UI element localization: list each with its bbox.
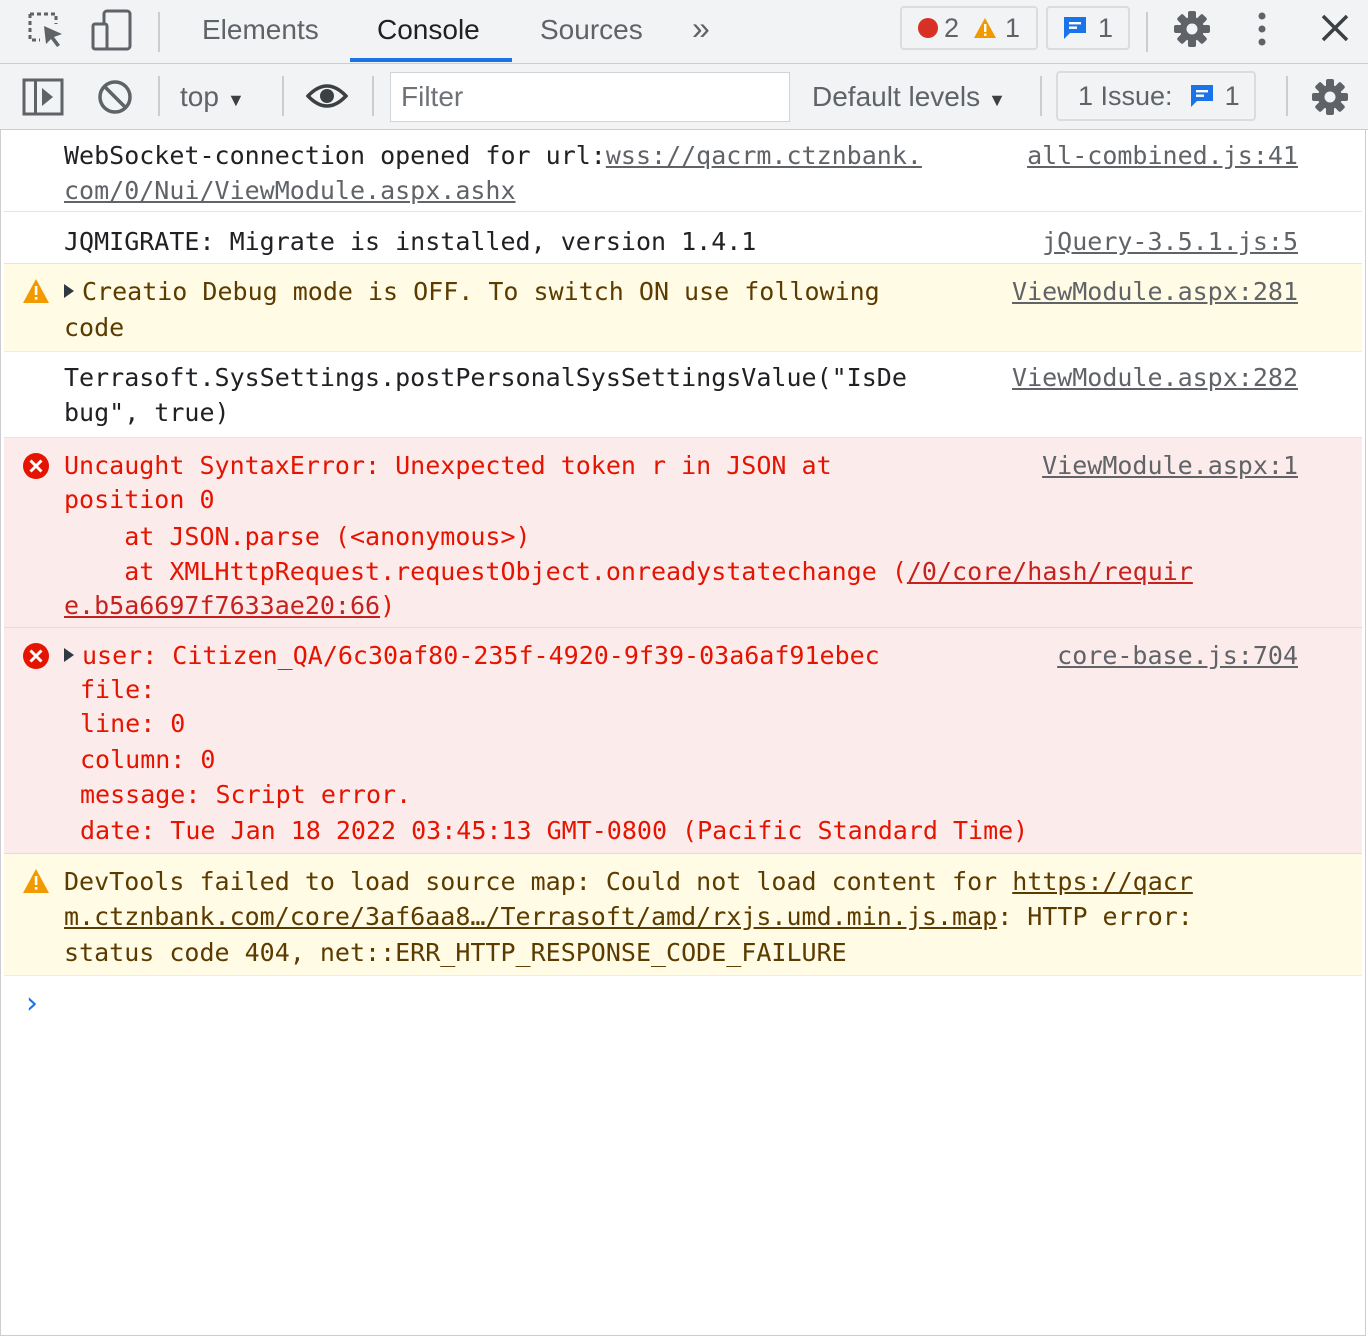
log-levels-dropdown[interactable]: Default levels ▼ xyxy=(812,81,1006,113)
tab-sources[interactable]: Sources xyxy=(540,14,643,46)
more-options-icon[interactable] xyxy=(1254,10,1270,50)
message-url-link[interactable]: wss://qacrm.ctznbank. xyxy=(606,141,922,170)
error-count: 2 xyxy=(944,12,960,43)
message-icon xyxy=(1062,15,1088,41)
stack-trace-link[interactable]: e.b5a6697f7633ae20:66 xyxy=(64,591,380,620)
message-source-link[interactable]: jQuery-3.5.1.js:5 xyxy=(1042,224,1298,260)
stack-trace-line: at JSON.parse (<anonymous>) xyxy=(64,522,531,551)
message-text: code xyxy=(64,313,125,342)
more-tabs-button[interactable]: » xyxy=(692,10,710,47)
message-text[interactable]: Creatio Debug mode is OFF. To switch ON … xyxy=(64,274,880,310)
toolbar-divider xyxy=(1286,76,1288,116)
message-text: status code 404, net::ERR_HTTP_RESPONSE_… xyxy=(64,938,847,967)
issues-count: 1 xyxy=(1224,80,1240,111)
devtools-tab-bar: Elements Console Sources » 2 1 1 xyxy=(0,0,1368,64)
settings-gear-icon[interactable] xyxy=(1172,9,1212,49)
error-icon xyxy=(918,18,938,38)
message-text: column: 0 xyxy=(80,745,216,774)
active-tab-indicator xyxy=(350,58,512,62)
console-message-log: JQMIGRATE: Migrate is installed, version… xyxy=(4,212,1362,264)
toolbar-divider xyxy=(158,12,160,52)
message-source-link[interactable]: ViewModule.aspx:1 xyxy=(1042,448,1298,484)
stack-trace-line: e.b5a6697f7633ae20:66) xyxy=(64,591,396,620)
message-icon xyxy=(1189,83,1215,109)
live-expression-eye-icon[interactable] xyxy=(306,80,348,112)
warning-count: 1 xyxy=(1005,12,1021,43)
toolbar-divider xyxy=(372,76,374,116)
toolbar-divider xyxy=(282,76,284,116)
message-text: file: xyxy=(80,675,156,704)
message-source-link[interactable]: core-base.js:704 xyxy=(1057,638,1298,674)
tab-elements[interactable]: Elements xyxy=(202,14,319,46)
source-map-link[interactable]: m.ctznbank.com/core/3af6aa8…/Terrasoft/a… xyxy=(64,902,997,931)
console-message-error: user: Citizen_QA/6c30af80-235f-4920-9f39… xyxy=(4,628,1362,854)
console-prompt[interactable]: › xyxy=(26,986,38,1021)
warning-icon xyxy=(22,868,50,894)
console-message-log: Terrasoft.SysSettings.postPersonalSysSet… xyxy=(4,352,1362,438)
message-text: bug", true) xyxy=(64,398,230,427)
console-message-warning: Creatio Debug mode is OFF. To switch ON … xyxy=(4,264,1362,352)
clear-console-icon[interactable] xyxy=(96,78,134,116)
log-levels-label: Default levels xyxy=(812,81,981,112)
message-text: message: Script error. xyxy=(80,780,412,809)
show-sidebar-icon[interactable] xyxy=(22,78,64,116)
message-text: DevTools failed to load source map: Coul… xyxy=(64,867,1193,896)
toolbar-divider xyxy=(1146,12,1148,52)
message-text: WebSocket-connection opened for url:wss:… xyxy=(64,141,922,170)
device-toolbar-icon[interactable] xyxy=(90,8,134,52)
toolbar-divider xyxy=(158,76,160,116)
toolbar-divider xyxy=(1040,76,1042,116)
warning-icon xyxy=(973,17,997,39)
error-icon xyxy=(22,452,50,480)
source-map-link[interactable]: https://qacr xyxy=(1012,867,1193,896)
message-text: line: 0 xyxy=(80,709,186,738)
issues-label: 1 Issue: xyxy=(1078,80,1173,111)
context-label: top xyxy=(180,81,219,112)
inspect-element-icon[interactable] xyxy=(26,10,66,50)
message-count: 1 xyxy=(1098,12,1114,43)
error-icon xyxy=(22,642,50,670)
message-text: JQMIGRATE: Migrate is installed, version… xyxy=(64,227,757,256)
issue-counter-button[interactable]: 2 1 xyxy=(900,6,1038,50)
console-message-error: Uncaught SyntaxError: Unexpected token r… xyxy=(4,438,1362,628)
console-message-warning: DevTools failed to load source map: Coul… xyxy=(4,854,1362,976)
message-source-link[interactable]: all-combined.js:41 xyxy=(1027,138,1298,174)
expand-triangle-icon[interactable] xyxy=(64,284,74,298)
dropdown-arrow-icon: ▼ xyxy=(988,90,1006,110)
issues-button[interactable]: 1 Issue: 1 xyxy=(1056,71,1256,121)
message-url-link[interactable]: com/0/Nui/ViewModule.aspx.ashx xyxy=(64,173,516,209)
stack-trace-line: at XMLHttpRequest.requestObject.onreadys… xyxy=(64,557,1193,586)
console-toolbar: top ▼ Default levels ▼ 1 Issue: 1 xyxy=(0,64,1368,130)
warning-icon xyxy=(22,278,50,304)
message-text: date: Tue Jan 18 2022 03:45:13 GMT-0800 … xyxy=(80,816,1029,845)
close-icon[interactable] xyxy=(1318,11,1352,45)
message-text: position 0 xyxy=(64,485,215,514)
message-text[interactable]: user: Citizen_QA/6c30af80-235f-4920-9f39… xyxy=(64,638,880,674)
message-text: Terrasoft.SysSettings.postPersonalSysSet… xyxy=(64,363,907,392)
tab-console[interactable]: Console xyxy=(377,14,480,46)
console-message-log: WebSocket-connection opened for url:wss:… xyxy=(4,132,1362,212)
filter-input[interactable] xyxy=(390,72,790,122)
context-selector[interactable]: top ▼ xyxy=(180,81,245,113)
message-source-link[interactable]: ViewModule.aspx:282 xyxy=(1012,360,1298,396)
stack-trace-link[interactable]: /0/core/hash/requir xyxy=(907,557,1193,586)
expand-triangle-icon[interactable] xyxy=(64,648,74,662)
console-settings-gear-icon[interactable] xyxy=(1310,77,1350,117)
message-text: m.ctznbank.com/core/3af6aa8…/Terrasoft/a… xyxy=(64,902,1193,931)
messages-counter-button[interactable]: 1 xyxy=(1046,6,1130,50)
message-source-link[interactable]: ViewModule.aspx:281 xyxy=(1012,274,1298,310)
message-text: Uncaught SyntaxError: Unexpected token r… xyxy=(64,451,832,480)
dropdown-arrow-icon: ▼ xyxy=(226,90,245,110)
